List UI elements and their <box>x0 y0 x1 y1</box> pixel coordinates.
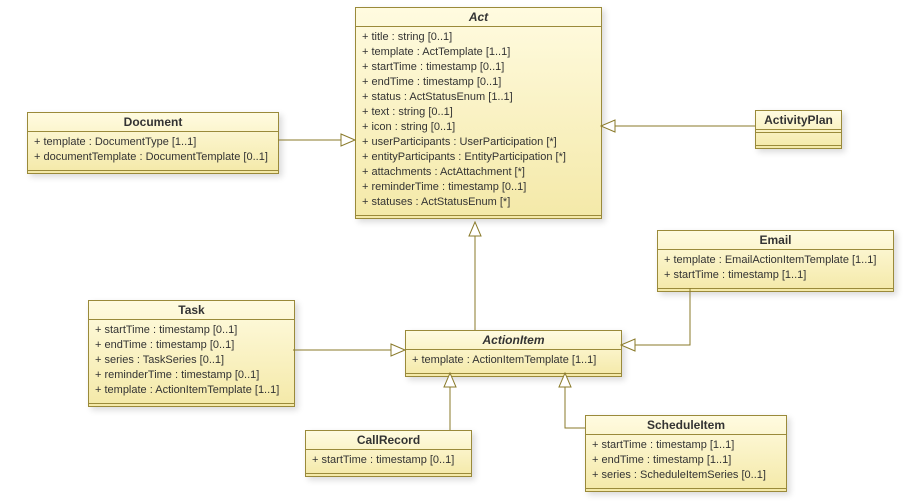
class-title-scheduleitem: ScheduleItem <box>586 416 786 435</box>
attr: + startTime : timestamp [0..1] <box>362 60 595 75</box>
attr: + series : ScheduleItemSeries [0..1] <box>592 468 780 483</box>
attr: + userParticipants : UserParticipation [… <box>362 135 595 150</box>
attr: + title : string [0..1] <box>362 30 595 45</box>
class-title-document: Document <box>28 113 278 132</box>
attr: + startTime : timestamp [1..1] <box>664 268 887 283</box>
class-document: Document + template : DocumentType [1..1… <box>27 112 279 174</box>
attr: + endTime : timestamp [0..1] <box>362 75 595 90</box>
class-actionitem: ActionItem + template : ActionItemTempla… <box>405 330 622 377</box>
class-title-actionitem: ActionItem <box>406 331 621 350</box>
attr: + startTime : timestamp [1..1] <box>592 438 780 453</box>
class-title-activityplan: ActivityPlan <box>756 111 841 130</box>
attr: + reminderTime : timestamp [0..1] <box>95 368 288 383</box>
attr: + template : EmailActionItemTemplate [1.… <box>664 253 887 268</box>
attr: + endTime : timestamp [0..1] <box>95 338 288 353</box>
class-attrs-task: + startTime : timestamp [0..1] + endTime… <box>89 320 294 401</box>
attr: + reminderTime : timestamp [0..1] <box>362 180 595 195</box>
attr: + text : string [0..1] <box>362 105 595 120</box>
attr: + series : TaskSeries [0..1] <box>95 353 288 368</box>
class-title-act: Act <box>356 8 601 27</box>
class-act: Act + title : string [0..1] + template :… <box>355 7 602 219</box>
class-email: Email + template : EmailActionItemTempla… <box>657 230 894 292</box>
class-title-email: Email <box>658 231 893 250</box>
attr: + template : DocumentType [1..1] <box>34 135 272 150</box>
class-title-task: Task <box>89 301 294 320</box>
attr: + attachments : ActAttachment [*] <box>362 165 595 180</box>
class-attrs-scheduleitem: + startTime : timestamp [1..1] + endTime… <box>586 435 786 486</box>
attr: + startTime : timestamp [0..1] <box>312 453 465 468</box>
class-attrs-email: + template : EmailActionItemTemplate [1.… <box>658 250 893 286</box>
attr: + endTime : timestamp [1..1] <box>592 453 780 468</box>
class-title-callrecord: CallRecord <box>306 431 471 450</box>
attr: + documentTemplate : DocumentTemplate [0… <box>34 150 272 165</box>
class-attrs-callrecord: + startTime : timestamp [0..1] <box>306 450 471 471</box>
class-attrs-act: + title : string [0..1] + template : Act… <box>356 27 601 213</box>
class-task: Task + startTime : timestamp [0..1] + en… <box>88 300 295 407</box>
attr: + startTime : timestamp [0..1] <box>95 323 288 338</box>
attr: + status : ActStatusEnum [1..1] <box>362 90 595 105</box>
attr: + template : ActionItemTemplate [1..1] <box>95 383 288 398</box>
attr: + statuses : ActStatusEnum [*] <box>362 195 595 210</box>
attr: + entityParticipants : EntityParticipati… <box>362 150 595 165</box>
attr: + icon : string [0..1] <box>362 120 595 135</box>
class-callrecord: CallRecord + startTime : timestamp [0..1… <box>305 430 472 477</box>
class-activityplan: ActivityPlan <box>755 110 842 149</box>
class-scheduleitem: ScheduleItem + startTime : timestamp [1.… <box>585 415 787 492</box>
class-attrs-actionitem: + template : ActionItemTemplate [1..1] <box>406 350 621 371</box>
attr: + template : ActionItemTemplate [1..1] <box>412 353 615 368</box>
attr: + template : ActTemplate [1..1] <box>362 45 595 60</box>
class-attrs-document: + template : DocumentType [1..1] + docum… <box>28 132 278 168</box>
